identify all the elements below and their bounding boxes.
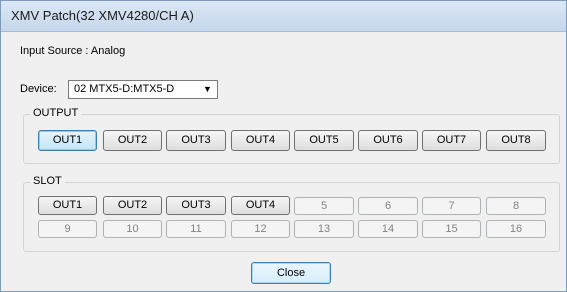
slot-button-12[interactable]: 12 [231, 220, 290, 238]
slot-button-3[interactable]: OUT3 [166, 196, 226, 215]
slot-button-14[interactable]: 14 [358, 220, 418, 238]
slot-button-11[interactable]: 11 [166, 220, 226, 238]
slot-button-5[interactable]: 5 [294, 197, 354, 215]
slot-button-1[interactable]: OUT1 [38, 196, 97, 215]
window-title: XMV Patch(32 XMV4280/CH A) [11, 8, 194, 23]
slot-button-4[interactable]: OUT4 [231, 196, 290, 215]
output-button-out4[interactable]: OUT4 [231, 130, 290, 151]
output-group: OUTPUT OUT1 OUT2 OUT3 OUT4 OUT5 OUT6 OUT… [23, 107, 560, 164]
close-button[interactable]: Close [251, 262, 331, 284]
output-button-out5[interactable]: OUT5 [294, 130, 354, 151]
slot-button-13[interactable]: 13 [294, 220, 354, 238]
slot-button-6[interactable]: 6 [358, 197, 418, 215]
slot-group: SLOT OUT1 OUT2 OUT3 OUT4 5 6 7 8 9 10 11… [23, 175, 560, 252]
xmv-patch-dialog: XMV Patch(32 XMV4280/CH A) Input Source … [0, 0, 567, 292]
output-button-out7[interactable]: OUT7 [422, 130, 481, 151]
slot-button-10[interactable]: 10 [103, 220, 162, 238]
output-button-out6[interactable]: OUT6 [358, 130, 418, 151]
output-button-out3[interactable]: OUT3 [166, 130, 226, 151]
slot-button-16[interactable]: 16 [486, 220, 546, 238]
device-select-value: 02 MTX5-D:MTX5-D [74, 83, 175, 95]
slot-group-label: SLOT [30, 175, 65, 187]
slot-button-15[interactable]: 15 [422, 220, 481, 238]
slot-button-2[interactable]: OUT2 [103, 196, 162, 215]
output-button-out2[interactable]: OUT2 [103, 130, 162, 151]
device-select[interactable]: 02 MTX5-D:MTX5-D ▼ [68, 80, 218, 99]
output-button-out1[interactable]: OUT1 [38, 130, 97, 151]
device-label: Device: [20, 83, 57, 95]
slot-button-9[interactable]: 9 [38, 220, 97, 238]
title-bar: XMV Patch(32 XMV4280/CH A) [1, 1, 566, 32]
output-group-label: OUTPUT [30, 107, 82, 119]
input-source-label: Input Source : Analog [20, 45, 126, 57]
output-button-out8[interactable]: OUT8 [486, 130, 546, 151]
slot-button-8[interactable]: 8 [486, 197, 546, 215]
dropdown-arrow-icon[interactable]: ▼ [201, 83, 214, 96]
slot-button-7[interactable]: 7 [422, 197, 481, 215]
